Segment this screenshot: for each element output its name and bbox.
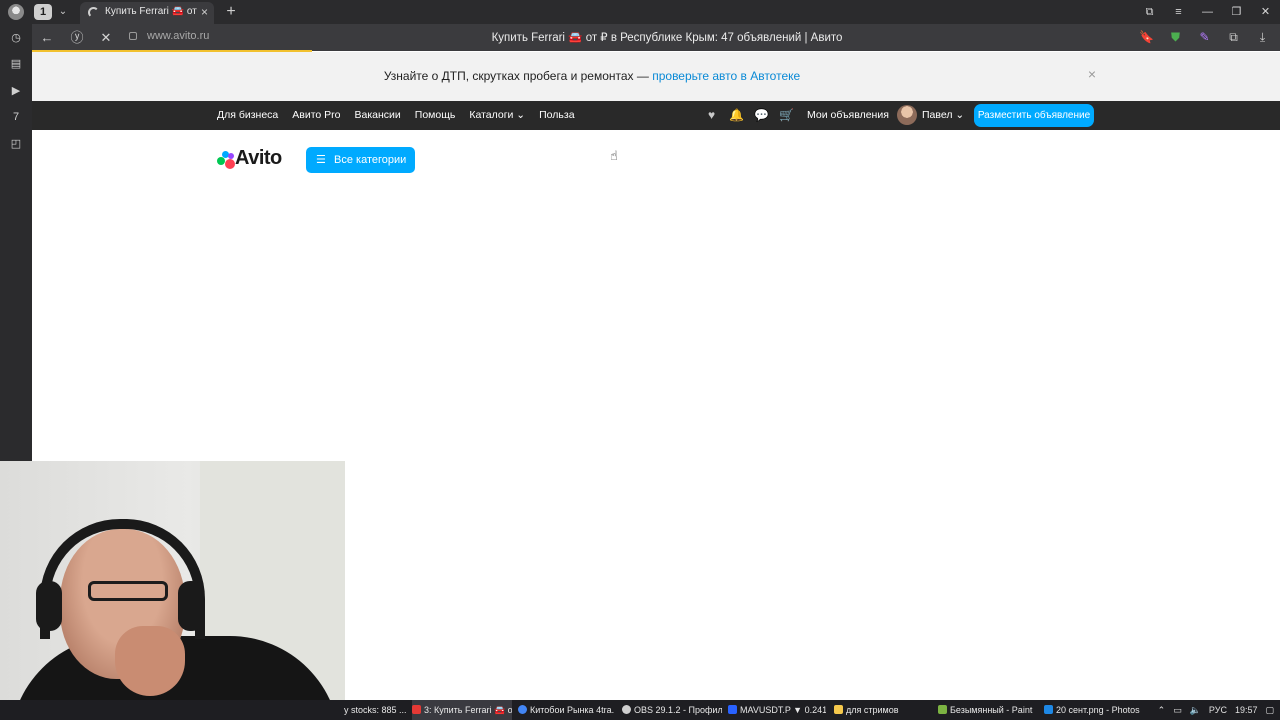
new-tab-button[interactable]: + [222, 3, 240, 21]
logo-text: Avito [235, 147, 282, 169]
downloads-icon[interactable]: ⤓ [1251, 28, 1274, 47]
nav-link-catalogs[interactable]: Каталоги ⌄ [469, 109, 525, 121]
calendar-icon[interactable]: 7 [8, 109, 24, 125]
post-ad-button[interactable]: Разместить объявление [974, 104, 1094, 127]
address-bar: ← ⓨ ✕ www.avito.ru Купить Ferrari 🚘 от ₽… [32, 24, 1280, 51]
hand-cursor-icon: ☝ [610, 148, 618, 163]
close-icon[interactable]: × [1088, 66, 1096, 82]
taskbar-item[interactable]: 20 сент.png - Photos [1044, 700, 1144, 720]
taskbar-item[interactable]: MAVUSDT.P ▼ 0.241... [728, 700, 826, 720]
volume-icon[interactable]: 🔈 [1190, 700, 1201, 720]
history-icon[interactable]: ◷ [8, 30, 24, 46]
photos-icon [1044, 705, 1053, 714]
extensions-icon[interactable]: ⧉ [1222, 28, 1245, 47]
adblock-shield-icon[interactable]: ⛊ [1164, 28, 1187, 47]
user-menu[interactable]: Павел ⌄ [922, 109, 964, 121]
nav-link-benefit[interactable]: Польза [539, 109, 574, 121]
notice-text: Узнайте о ДТП, скрутках пробега и ремонт… [383, 69, 653, 83]
search-list-icon: ☰ [316, 154, 326, 166]
tab-title: Купить Ferrari 🚘 от ₽ в [105, 6, 197, 17]
window-controls: ⧉ ≡ — ❐ ✕ [1135, 0, 1280, 24]
webcam-overlay [0, 461, 345, 720]
back-arrow-icon[interactable]: ← [38, 29, 56, 47]
network-icon[interactable]: ▭ [1173, 700, 1182, 720]
taskbar-item[interactable]: OBS 29.1.2 - Профил... [622, 700, 722, 720]
top-nav-links: Для бизнеса Авито Pro Вакансии Помощь Ка… [217, 109, 575, 121]
yandex-icon[interactable]: ⓨ [68, 29, 86, 47]
chrome-icon [518, 705, 527, 714]
taskbar-item[interactable]: Безымянный - Paint [938, 700, 1038, 720]
taskbar: y stocks: 885 ... 3: Купить Ferrari 🚘 о.… [0, 700, 1280, 720]
user-action-icons: ♥ 🔔 💬 🛒 [704, 108, 794, 123]
nav-link-help[interactable]: Помощь [415, 109, 456, 121]
taskbar-item[interactable]: y stocks: 885 ... [344, 700, 410, 720]
minimize-icon[interactable]: — [1193, 0, 1222, 24]
page-title: Купить Ferrari 🚘 от ₽ в Республике Крым:… [491, 32, 843, 44]
screen: 1 ⌄ Купить Ferrari 🚘 от ₽ в × + ⧉ ≡ — ❐ … [0, 0, 1280, 720]
maximize-icon[interactable]: ❐ [1222, 0, 1251, 24]
cart-icon[interactable]: 🛒 [779, 108, 794, 123]
browser-logo-icon[interactable] [8, 4, 24, 20]
stop-loading-icon[interactable]: ✕ [97, 29, 115, 47]
taskbar-item[interactable]: Китобои Рынка 4tra... [518, 700, 614, 720]
clock[interactable]: 19:57 [1235, 700, 1258, 720]
url-text: www.avito.ru [147, 30, 210, 42]
taskbar-item[interactable]: для стримов [834, 700, 934, 720]
close-tab-icon[interactable]: × [201, 5, 208, 19]
nav-link-business[interactable]: Для бизнеса [217, 109, 278, 121]
messages-icon[interactable]: 💬 [754, 108, 769, 123]
browser-tab-bar: 1 ⌄ Купить Ferrari 🚘 от ₽ в × + ⧉ ≡ — ❐ … [0, 0, 1280, 24]
chevron-down-icon[interactable]: ⌄ [56, 4, 70, 20]
autoteka-notice: Узнайте о ДТП, скрутках пробега и ремонт… [32, 52, 1280, 101]
nav-link-avito-pro[interactable]: Авито Pro [292, 109, 340, 121]
paint-icon [938, 705, 947, 714]
notifications-icon[interactable]: ▢ [1265, 700, 1274, 720]
url-field[interactable]: www.avito.ru [127, 28, 247, 47]
avito-logo[interactable]: Avito [217, 147, 297, 173]
autoteka-link[interactable]: проверьте авто в Автотеке [652, 69, 800, 83]
yandex-icon [412, 705, 421, 714]
pen-icon[interactable]: ✎ [1193, 28, 1216, 47]
chevron-up-icon[interactable]: ⌃ [1158, 700, 1166, 720]
loading-spinner-icon [88, 7, 99, 18]
folder-icon [834, 705, 843, 714]
notifications-bell-icon[interactable]: 🔔 [729, 108, 744, 123]
lock-icon [129, 32, 137, 40]
all-categories-label: Все категории [334, 154, 407, 166]
tradingview-icon [728, 705, 737, 714]
screenshot-icon[interactable]: ◰ [8, 136, 24, 152]
close-window-icon[interactable]: ✕ [1251, 0, 1280, 24]
my-ads-link[interactable]: Мои объявления [807, 109, 889, 121]
video-icon[interactable]: ▶ [8, 83, 24, 99]
avito-dots-icon [217, 151, 237, 169]
system-tray: ⌃ ▭ 🔈 РУС 19:57 ▢ [1158, 700, 1274, 720]
favorites-heart-icon[interactable]: ♥ [704, 108, 719, 123]
top-navigation: Для бизнеса Авито Pro Вакансии Помощь Ка… [32, 101, 1280, 130]
obs-icon [622, 705, 631, 714]
bookmark-icon[interactable]: 🔖 [1135, 28, 1158, 47]
nav-link-vacancies[interactable]: Вакансии [355, 109, 401, 121]
taskbar-item-browser[interactable]: 3: Купить Ferrari 🚘 о... [412, 700, 512, 720]
notes-icon[interactable]: ▤ [8, 56, 24, 72]
menu-icon[interactable]: ≡ [1164, 0, 1193, 24]
avatar[interactable] [897, 105, 917, 125]
tab-counter[interactable]: 1 [34, 4, 52, 20]
address-bar-actions: 🔖 ⛊ ✎ ⧉ ⤓ [1135, 28, 1274, 47]
language-indicator[interactable]: РУС [1209, 700, 1227, 720]
all-categories-button[interactable]: ☰ Все категории [306, 147, 415, 173]
browser-tab-active[interactable]: Купить Ferrari 🚘 от ₽ в × [80, 2, 214, 24]
collections-icon[interactable]: ⧉ [1135, 0, 1164, 24]
